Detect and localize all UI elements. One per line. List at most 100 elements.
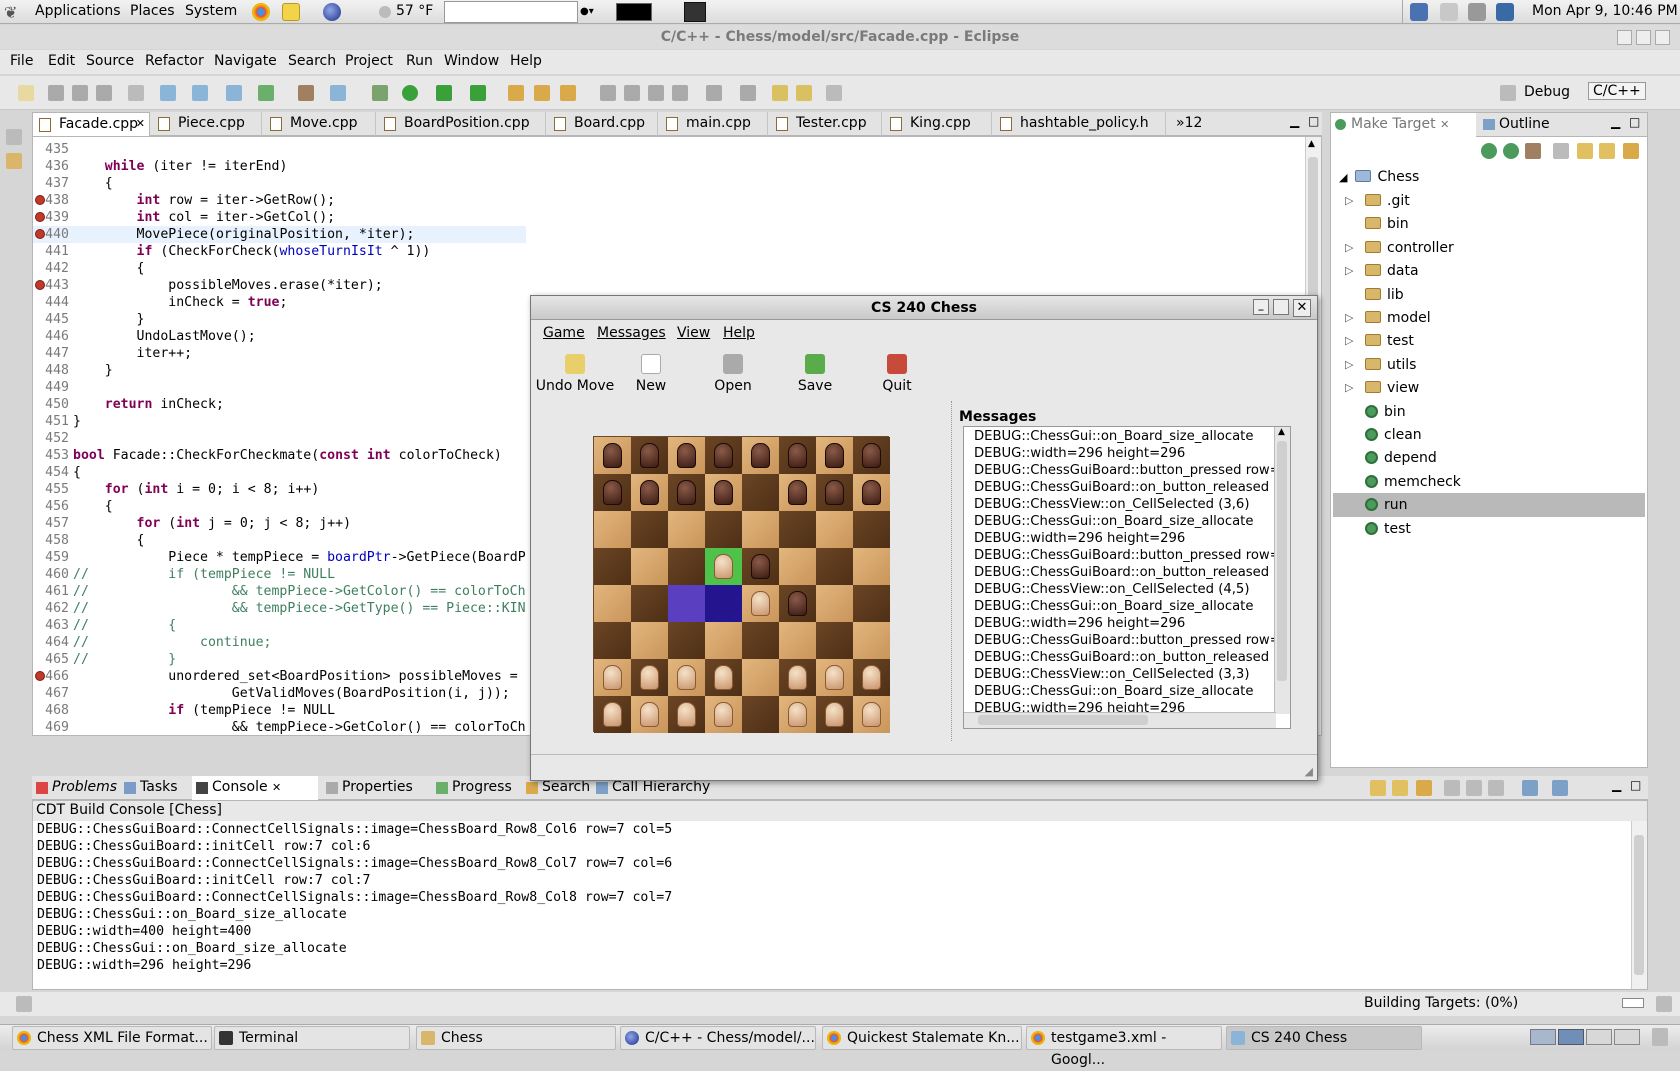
black-piece-icon[interactable] [640, 443, 659, 468]
black-piece-icon[interactable] [640, 480, 659, 505]
task-chess-folder[interactable]: Chess [416, 1026, 616, 1050]
back-nav-icon[interactable] [1577, 143, 1593, 159]
workspace-4[interactable] [1614, 1029, 1640, 1045]
task-stalemate[interactable]: Quickest Stalemate Kn... [822, 1026, 1022, 1050]
board-square[interactable] [853, 548, 890, 585]
board-square[interactable] [705, 474, 742, 511]
board-square[interactable] [668, 659, 705, 696]
save-icon[interactable] [48, 85, 64, 101]
black-piece-icon[interactable] [714, 480, 733, 505]
tab-outline[interactable]: Outline [1479, 113, 1579, 137]
tab-tester-cpp[interactable]: Tester.cpp [770, 112, 882, 136]
places-menu[interactable]: Places [130, 3, 175, 19]
board-square[interactable] [668, 474, 705, 511]
quit-button[interactable]: Quit [865, 354, 929, 400]
board-square[interactable] [853, 696, 890, 733]
board-square[interactable] [631, 696, 668, 733]
tree-item-lib[interactable]: lib [1365, 283, 1404, 307]
menu-search[interactable]: Search [288, 53, 336, 69]
show-whitespace-icon[interactable] [648, 85, 664, 101]
board-square[interactable] [594, 696, 631, 733]
run-external-icon[interactable] [436, 85, 452, 101]
print-icon[interactable] [96, 85, 112, 101]
white-piece-icon[interactable] [603, 665, 622, 690]
maximize-icon[interactable] [1636, 30, 1651, 45]
menu-edit[interactable]: Edit [48, 53, 75, 69]
white-piece-icon[interactable] [788, 702, 807, 727]
tree-item-clean[interactable]: clean [1365, 423, 1422, 447]
minimize-editor-icon[interactable]: ▁ [1290, 114, 1299, 128]
black-piece-icon[interactable] [862, 443, 881, 468]
tab-board-cpp[interactable]: Board.cpp [548, 112, 658, 136]
white-piece-icon[interactable] [640, 665, 659, 690]
minimize-view-icon[interactable]: ▁ [1611, 115, 1620, 129]
console-view[interactable]: CDT Build Console [Chess] DEBUG::ChessGu… [32, 800, 1648, 990]
search-toolbar-icon[interactable] [560, 85, 576, 101]
black-piece-icon[interactable] [751, 554, 770, 579]
board-square[interactable] [631, 659, 668, 696]
maximize-view-icon[interactable]: □ [1629, 115, 1640, 129]
close-tab-icon[interactable]: ✕ [272, 781, 281, 794]
edit-target-icon[interactable] [1525, 143, 1541, 159]
board-square[interactable] [742, 659, 779, 696]
chrome-launcher-icon[interactable] [252, 3, 270, 21]
white-piece-icon[interactable] [714, 554, 733, 579]
black-piece-icon[interactable] [714, 443, 733, 468]
build-target-icon[interactable] [1481, 143, 1497, 159]
white-piece-icon[interactable] [677, 702, 696, 727]
menu-source[interactable]: Source [86, 53, 134, 69]
restore-icon[interactable] [6, 129, 22, 145]
breakpoint-icon[interactable] [35, 229, 45, 239]
search-dropdown-icon[interactable]: ●▾ [580, 6, 594, 17]
tab-properties[interactable]: Properties [322, 776, 430, 800]
board-square[interactable] [668, 511, 705, 548]
close-tab-icon[interactable]: ✕ [136, 113, 145, 135]
menu-game[interactable]: Game [543, 325, 585, 341]
board-square[interactable] [816, 437, 853, 474]
white-piece-icon[interactable] [788, 665, 807, 690]
tree-item-model[interactable]: ▷ model [1345, 306, 1431, 330]
expand-arrow-icon[interactable]: ▷ [1345, 376, 1353, 400]
board-square[interactable] [594, 622, 631, 659]
board-square[interactable] [705, 548, 742, 585]
scroll-thumb[interactable] [978, 715, 1148, 725]
minimize-console-icon[interactable]: ▁ [1612, 778, 1621, 792]
add-target-icon[interactable] [1503, 143, 1519, 159]
perspective-cpp[interactable]: C/C++ [1588, 82, 1646, 100]
board-square[interactable] [742, 696, 779, 733]
menu-window[interactable]: Window [444, 53, 499, 69]
word-wrap-icon[interactable] [1466, 780, 1482, 796]
chess-board[interactable] [593, 436, 890, 733]
board-square[interactable] [816, 548, 853, 585]
eclipse-launcher-icon[interactable] [323, 3, 341, 21]
profile-icon[interactable] [470, 85, 486, 101]
board-square[interactable] [631, 622, 668, 659]
menu-run[interactable]: Run [406, 53, 433, 69]
tab-make-target[interactable]: Make Target ✕ [1331, 113, 1476, 137]
board-square[interactable] [668, 548, 705, 585]
tree-item-memcheck[interactable]: memcheck [1365, 470, 1461, 494]
resize-grip-icon[interactable]: ◢ [1305, 765, 1313, 778]
tab-piece-cpp[interactable]: Piece.cpp [152, 112, 262, 136]
black-piece-icon[interactable] [677, 443, 696, 468]
tab-boardposition-cpp[interactable]: BoardPosition.cpp [378, 112, 546, 136]
perspective-debug[interactable]: Debug [1524, 84, 1570, 100]
breakpoint-icon[interactable] [35, 212, 45, 222]
home-icon[interactable] [1553, 143, 1569, 159]
task-cs240-chess[interactable]: CS 240 Chess [1226, 1026, 1422, 1050]
board-square[interactable] [742, 585, 779, 622]
board-square[interactable] [816, 696, 853, 733]
fast-view-icon[interactable] [16, 996, 32, 1012]
board-square[interactable] [816, 474, 853, 511]
forward-nav-icon[interactable] [1599, 143, 1615, 159]
board-square[interactable] [779, 474, 816, 511]
tab-main-cpp[interactable]: main.cpp [660, 112, 768, 136]
network-icon[interactable] [1410, 3, 1428, 21]
board-square[interactable] [705, 622, 742, 659]
tree-item-controller[interactable]: ▷ controller [1345, 236, 1454, 260]
board-square[interactable] [853, 585, 890, 622]
white-piece-icon[interactable] [825, 665, 844, 690]
board-square[interactable] [779, 622, 816, 659]
open-perspective-icon[interactable] [1500, 85, 1516, 101]
board-square[interactable] [668, 437, 705, 474]
